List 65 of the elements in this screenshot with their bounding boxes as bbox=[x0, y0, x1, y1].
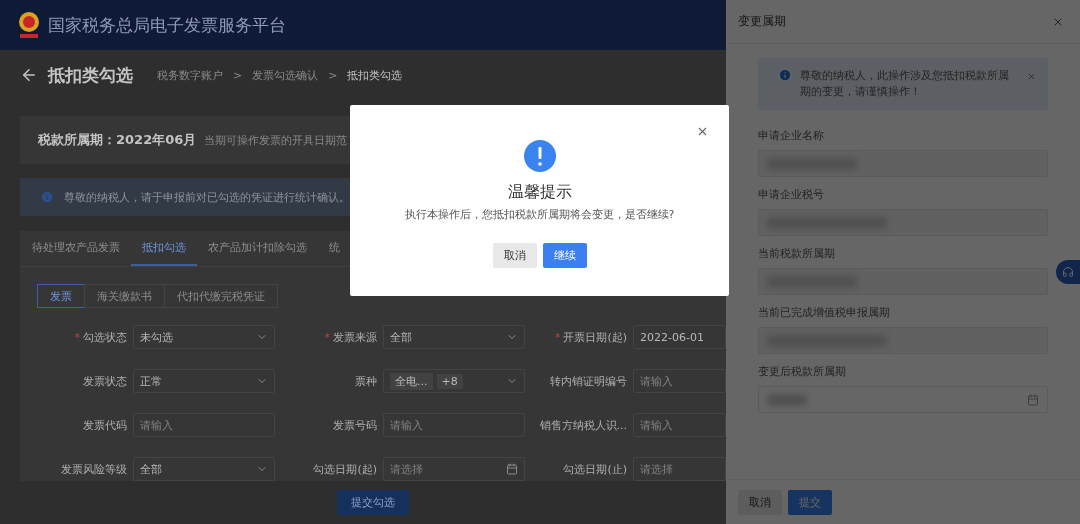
field-label: 销售方纳税人识... bbox=[538, 417, 627, 433]
field-label: * 勾选状态 bbox=[73, 329, 127, 345]
sub-tab[interactable]: 海关缴款书 bbox=[84, 284, 165, 308]
field-label: 变更后税款所属期 bbox=[758, 364, 847, 379]
headset-icon bbox=[1062, 266, 1074, 278]
field-label: 发票代码 bbox=[82, 417, 127, 433]
period-note: 当期可操作发票的开具日期范 bbox=[204, 132, 348, 148]
field-label: 转内销证明编号 bbox=[549, 373, 627, 389]
info-icon bbox=[40, 190, 54, 204]
tab[interactable]: 待处理农产品发票 bbox=[21, 231, 131, 266]
field-label: 勾选日期(止) bbox=[562, 461, 627, 477]
cancel-button[interactable]: 取消 bbox=[492, 243, 537, 268]
select-field[interactable]: 全电... +8 bbox=[383, 369, 525, 393]
tab[interactable]: 统 bbox=[318, 231, 351, 266]
submit-button[interactable]: 提交勾选 bbox=[337, 490, 409, 515]
field-label: * 开票日期(起) bbox=[553, 329, 627, 345]
input-field[interactable]: 请输入 bbox=[633, 413, 726, 437]
continue-button[interactable]: 继续 bbox=[542, 243, 587, 268]
tab[interactable]: 抵扣勾选 bbox=[131, 231, 197, 266]
tab[interactable]: 农产品加计扣除勾选 bbox=[197, 231, 318, 266]
field-label: 当前已完成增值税申报属期 bbox=[758, 305, 891, 320]
close-button[interactable] bbox=[696, 125, 709, 138]
input-field[interactable]: 2022-06-01 bbox=[633, 325, 726, 349]
breadcrumb-item[interactable]: 发票勾选确认 bbox=[252, 67, 319, 83]
cancel-button[interactable]: 取消 bbox=[738, 489, 782, 515]
date-field[interactable] bbox=[758, 386, 1048, 413]
field-label: 发票状态 bbox=[82, 373, 127, 389]
breadcrumb-separator: > bbox=[328, 68, 338, 82]
field-label: 勾选日期(起) bbox=[312, 461, 377, 477]
select-field[interactable]: 全部 bbox=[133, 457, 275, 481]
warning-icon bbox=[523, 140, 556, 172]
breadcrumb-item[interactable]: 税务数字账户 bbox=[157, 67, 223, 83]
platform-title: 国家税务总局电子发票服务平台 bbox=[48, 13, 286, 37]
tag: 全电... bbox=[390, 372, 433, 390]
select-field[interactable]: 全部 bbox=[383, 325, 525, 349]
breadcrumb-separator: > bbox=[233, 68, 243, 82]
input-field[interactable]: 请输入 bbox=[633, 369, 726, 393]
notice-text: 尊敬的纳税人，请于申报前对已勾选的凭证进行统计确认。 bbox=[64, 189, 350, 205]
submit-button[interactable]: 提交 bbox=[788, 489, 832, 515]
dialog-message: 执行本操作后，您抵扣税款所属期将会变更，是否继续? bbox=[404, 207, 675, 222]
breadcrumb-item: 抵扣类勾选 bbox=[347, 67, 403, 83]
dialog-title: 温馨提示 bbox=[507, 182, 572, 203]
support-button[interactable] bbox=[1056, 260, 1080, 284]
date-field[interactable]: 请选择 bbox=[383, 457, 525, 481]
sub-tab[interactable]: 代扣代缴完税凭证 bbox=[164, 284, 278, 308]
calendar-icon bbox=[1027, 393, 1039, 406]
period-label: 税款所属期：2022年06月 bbox=[38, 131, 197, 149]
field-label: 票种 bbox=[354, 373, 377, 389]
select-field[interactable]: 正常 bbox=[133, 369, 275, 393]
drawer-title: 变更属期 bbox=[738, 13, 786, 30]
input-field[interactable]: 请输入 bbox=[133, 413, 275, 437]
calendar-icon bbox=[506, 463, 518, 475]
close-icon[interactable] bbox=[1027, 72, 1036, 81]
field-label: 发票号码 bbox=[332, 417, 377, 433]
tag: +8 bbox=[436, 373, 463, 389]
emblem-icon bbox=[16, 10, 42, 40]
page-title: 抵扣类勾选 bbox=[48, 63, 133, 87]
info-icon bbox=[778, 68, 792, 82]
field-label: * 发票来源 bbox=[323, 329, 377, 345]
input-field[interactable]: 请选择 bbox=[633, 457, 726, 481]
field-label: 当前税款所属期 bbox=[758, 246, 836, 261]
sub-tab[interactable]: 发票 bbox=[37, 284, 85, 308]
field-label: 发票风险等级 bbox=[60, 461, 127, 477]
input-field[interactable]: 请输入 bbox=[383, 413, 525, 437]
select-field[interactable]: 未勾选 bbox=[133, 325, 275, 349]
